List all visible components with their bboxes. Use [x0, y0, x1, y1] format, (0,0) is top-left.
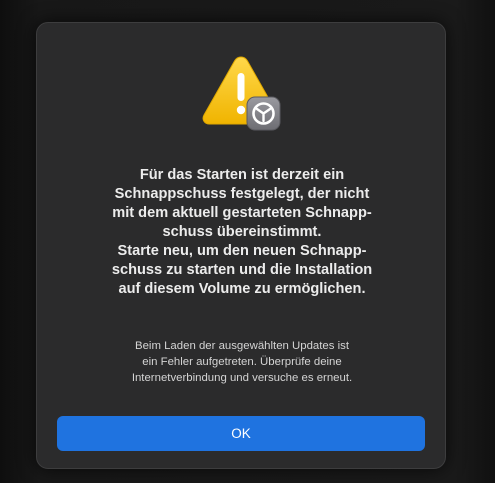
alert-headline: Für das Starten ist derzeit ein Schnapps… — [55, 166, 429, 299]
headline-line: schuss zu starten und die Installation — [111, 262, 373, 278]
warning-triangle-with-settings-badge-icon — [199, 53, 285, 135]
headline-line: Für das Starten ist derzeit ein — [139, 167, 345, 183]
headline-line: mit dem aktuell gestarteten Schnapp- — [112, 205, 372, 221]
headline-line: schuss übereinstimmt. — [162, 224, 322, 240]
detail-line: ein Fehler aufgetreten. Überprüfe deine — [142, 356, 342, 368]
warning-icon-graphic — [202, 56, 281, 131]
detail-line: Beim Laden der ausgewählten Updates ist — [134, 340, 350, 352]
alert-detail-text: Beim Laden der ausgewählten Updates ist … — [67, 338, 417, 386]
headline-line: Starte neu, um den neuen Schnapp- — [117, 243, 367, 259]
headline-line: Schnappschuss festgelegt, der nicht — [114, 186, 370, 202]
headline-line: auf diesem Volume zu ermöglichen. — [118, 281, 366, 297]
detail-line: Internetverbindung und versuche es erneu… — [131, 372, 353, 384]
ok-button[interactable]: OK — [57, 416, 425, 451]
alert-dialog: Für das Starten ist derzeit ein Schnapps… — [36, 22, 446, 469]
